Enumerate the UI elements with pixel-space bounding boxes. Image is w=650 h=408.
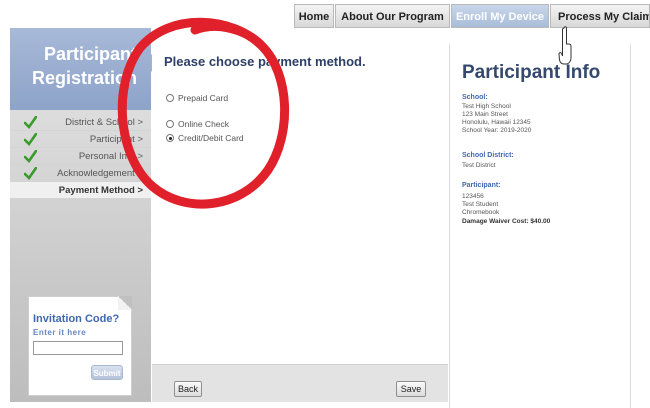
participant-info-title: Participant Info <box>462 62 601 83</box>
online-check-radio[interactable] <box>166 120 174 128</box>
check-icon <box>24 116 37 129</box>
registration-header: Participant Registration <box>10 28 151 110</box>
nav-home-tab[interactable]: Home <box>294 4 334 28</box>
step-acknowledgement[interactable]: Acknowledgement > <box>10 165 151 182</box>
back-button[interactable]: Back <box>174 381 202 397</box>
nav-about-program-tab[interactable]: About Our Program <box>335 4 450 28</box>
school-label: School: <box>462 94 488 101</box>
school-line: Test High School <box>462 103 511 110</box>
step-payment-method[interactable]: Payment Method > <box>10 182 151 199</box>
step-label: Personal Info > <box>78 151 143 162</box>
payment-method-panel: Please choose payment method. Prepaid Ca… <box>152 44 448 402</box>
invitation-code-box: Invitation Code? Enter it here Submit <box>28 296 132 396</box>
step-label: Acknowledgement > <box>57 168 143 179</box>
credit-debit-card-option[interactable]: Credit/Debit Card <box>166 132 244 144</box>
prepaid-card-radio[interactable] <box>166 94 174 102</box>
participant-label: Participant: <box>462 182 501 189</box>
step-label: Payment Method > <box>58 185 143 196</box>
step-participant[interactable]: Participant > <box>10 131 151 148</box>
nav-process-claim-tab[interactable]: Process My Claim <box>550 4 650 28</box>
check-icon <box>24 133 37 146</box>
hand-cursor-icon <box>558 26 572 65</box>
step-district-school[interactable]: District & School > <box>10 114 151 131</box>
participant-line: 123456 <box>462 193 484 200</box>
step-label: Participant > <box>89 134 143 145</box>
registration-title-line1: Participant <box>43 44 137 64</box>
registration-sidebar: Participant Registration District & Scho… <box>10 28 160 402</box>
invitation-submit-button[interactable]: Submit <box>91 365 123 380</box>
step-personal-info[interactable]: Personal Info > <box>10 148 151 165</box>
online-check-option[interactable]: Online Check <box>166 118 229 130</box>
school-line: Honolulu, Hawaii 12345 <box>462 119 531 126</box>
nav-enroll-device-tab[interactable]: Enroll My Device <box>451 4 549 28</box>
step-label: District & School > <box>65 117 143 128</box>
participant-line: Chromebook <box>462 209 500 216</box>
invitation-subtitle: Enter it here <box>33 328 87 337</box>
invitation-code-input[interactable] <box>33 341 123 355</box>
registration-title: Participant Registration <box>10 42 151 90</box>
check-icon <box>24 167 37 180</box>
registration-title-line2: Registration <box>31 68 137 88</box>
participant-line: Test Student <box>462 201 499 208</box>
school-line: 123 Main Street <box>462 111 508 118</box>
credit-debit-card-label: Credit/Debit Card <box>178 133 244 143</box>
invitation-title: Invitation Code? <box>33 313 120 325</box>
form-footer: Back Save <box>152 364 448 402</box>
prepaid-card-label: Prepaid Card <box>178 93 229 103</box>
registration-steps: District & School > Participant > Person… <box>10 114 151 199</box>
school-line: School Year: 2019-2020 <box>462 127 532 134</box>
save-button[interactable]: Save <box>396 381 426 397</box>
page-fold-icon <box>118 296 132 310</box>
district-label: School District: <box>462 152 514 159</box>
credit-debit-card-radio[interactable] <box>166 134 174 142</box>
district-line: Test District <box>462 162 496 169</box>
payment-method-heading: Please choose payment method. <box>164 54 366 69</box>
prepaid-card-option[interactable]: Prepaid Card <box>166 92 228 104</box>
online-check-label: Online Check <box>178 119 230 129</box>
check-icon <box>24 150 37 163</box>
top-navigation: Home About Our Program Enroll My Device … <box>0 4 650 28</box>
damage-waiver-cost: Damage Waiver Cost: $40.00 <box>462 218 551 225</box>
participant-info-panel: Participant Info School: Test High Schoo… <box>449 44 631 408</box>
